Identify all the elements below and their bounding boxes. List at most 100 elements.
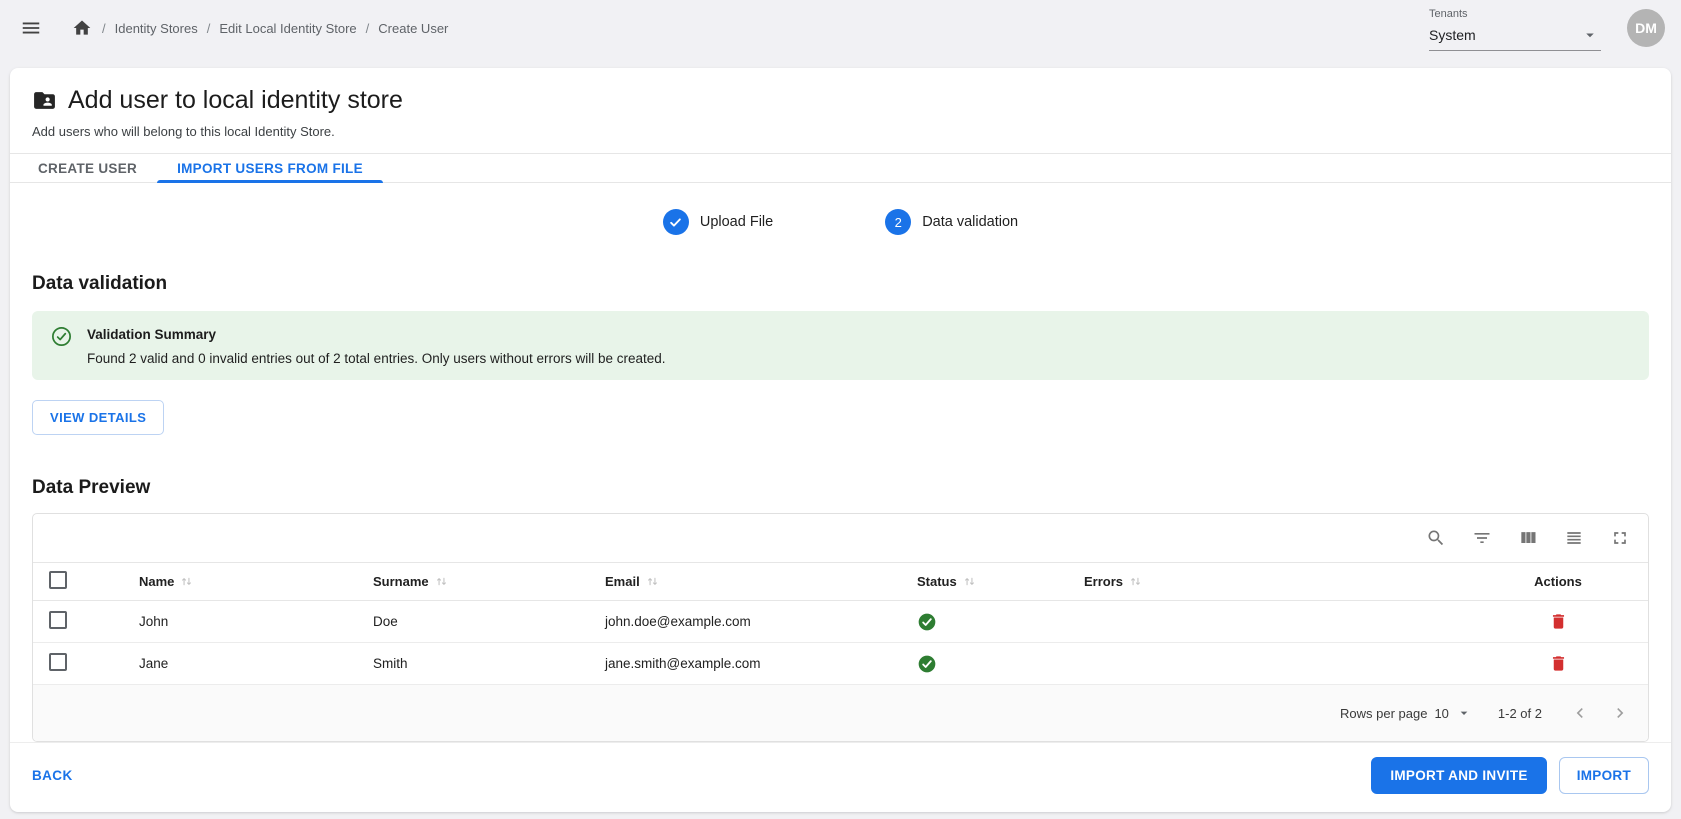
search-button[interactable] xyxy=(1424,526,1448,550)
topbar: / Identity Stores / Edit Local Identity … xyxy=(0,0,1681,56)
table-body: John Doe john.doe@example.com Jane Smith… xyxy=(33,601,1648,685)
chevron-left-icon xyxy=(1570,703,1590,723)
breadcrumb-separator: / xyxy=(366,21,370,36)
column-label: Surname xyxy=(373,574,429,589)
breadcrumb-separator: / xyxy=(207,21,211,36)
next-page-button[interactable] xyxy=(1608,701,1632,725)
density-lines-icon xyxy=(1564,528,1584,548)
sort-icon xyxy=(180,575,193,588)
tenants-select[interactable]: Tenants System xyxy=(1429,6,1601,51)
select-all-checkbox[interactable] xyxy=(49,571,67,589)
page-title: Add user to local identity store xyxy=(68,86,403,115)
column-header-status[interactable]: Status xyxy=(901,563,1068,601)
hamburger-menu-icon xyxy=(20,17,42,39)
data-preview-table-card: Name Surname Email Status xyxy=(32,513,1649,742)
rows-per-page-select[interactable]: Rows per page 10 xyxy=(1340,705,1472,721)
stepper: Upload File 2 Data validation xyxy=(10,183,1671,235)
import-and-invite-button[interactable]: IMPORT AND INVITE xyxy=(1371,757,1546,794)
select-all-checkbox-cell xyxy=(33,563,123,601)
cell-status xyxy=(901,601,1068,643)
status-valid-check-icon xyxy=(917,612,1052,632)
step-upload-file[interactable]: Upload File xyxy=(663,209,773,235)
breadcrumb-separator: / xyxy=(102,21,106,36)
cell-surname: Smith xyxy=(357,643,589,685)
validation-summary-message: Found 2 valid and 0 invalid entries out … xyxy=(87,351,666,366)
view-details-button[interactable]: VIEW DETAILS xyxy=(32,400,164,435)
cell-errors xyxy=(1068,643,1468,685)
column-header-name[interactable]: Name xyxy=(123,563,357,601)
fullscreen-button[interactable] xyxy=(1608,526,1632,550)
tenants-label: Tenants xyxy=(1429,8,1601,20)
trash-icon xyxy=(1549,612,1568,631)
data-validation-heading: Data validation xyxy=(32,273,1649,295)
sort-icon xyxy=(963,575,976,588)
breadcrumb-item-identity-stores[interactable]: Identity Stores xyxy=(115,21,198,36)
breadcrumb-item-edit-local-identity-store[interactable]: Edit Local Identity Store xyxy=(219,21,356,36)
cell-errors xyxy=(1068,601,1468,643)
previous-page-button[interactable] xyxy=(1568,701,1592,725)
view-columns-icon xyxy=(1518,528,1538,548)
chevron-right-icon xyxy=(1610,703,1630,723)
rows-per-page-value: 10 xyxy=(1434,706,1448,721)
cell-email: john.doe@example.com xyxy=(589,601,901,643)
home-icon xyxy=(72,18,92,38)
column-header-email[interactable]: Email xyxy=(589,563,901,601)
step-label: Data validation xyxy=(922,214,1018,230)
step-label: Upload File xyxy=(700,214,773,230)
row-checkbox[interactable] xyxy=(49,611,67,629)
tenants-selected-value: System xyxy=(1429,27,1476,43)
validation-summary-alert: Validation Summary Found 2 valid and 0 i… xyxy=(32,311,1649,380)
breadcrumb: / Identity Stores / Edit Local Identity … xyxy=(102,21,448,36)
hamburger-menu-button[interactable] xyxy=(16,13,46,43)
delete-row-button[interactable] xyxy=(1547,610,1570,633)
column-header-actions: Actions xyxy=(1468,563,1648,601)
cell-status xyxy=(901,643,1068,685)
cell-name: Jane xyxy=(123,643,357,685)
table-row: John Doe john.doe@example.com xyxy=(33,601,1648,643)
chevron-down-icon xyxy=(1456,705,1472,721)
columns-button[interactable] xyxy=(1516,526,1540,550)
tab-create-user[interactable]: CREATE USER xyxy=(18,154,157,182)
column-header-errors[interactable]: Errors xyxy=(1068,563,1468,601)
chevron-down-icon xyxy=(1581,26,1599,44)
trash-icon xyxy=(1549,654,1568,673)
data-preview-heading: Data Preview xyxy=(32,477,1649,499)
page-subtitle: Add users who will belong to this local … xyxy=(32,124,1649,139)
step-number-indicator: 2 xyxy=(885,209,911,235)
density-button[interactable] xyxy=(1562,526,1586,550)
import-button[interactable]: IMPORT xyxy=(1559,757,1649,794)
column-header-surname[interactable]: Surname xyxy=(357,563,589,601)
filter-button[interactable] xyxy=(1470,526,1494,550)
column-label: Name xyxy=(139,574,174,589)
table-header-row: Name Surname Email Status xyxy=(33,563,1648,601)
column-label: Status xyxy=(917,574,957,589)
tab-import-users-from-file[interactable]: IMPORT USERS FROM FILE xyxy=(157,154,383,182)
back-button[interactable]: BACK xyxy=(18,760,87,791)
row-checkbox-cell xyxy=(33,643,123,685)
delete-row-button[interactable] xyxy=(1547,652,1570,675)
row-checkbox-cell xyxy=(33,601,123,643)
avatar[interactable]: DM xyxy=(1627,9,1665,47)
card-header: Add user to local identity store Add use… xyxy=(10,68,1671,153)
step-data-validation[interactable]: 2 Data validation xyxy=(885,209,1018,235)
cell-email: jane.smith@example.com xyxy=(589,643,901,685)
cell-surname: Doe xyxy=(357,601,589,643)
sort-icon xyxy=(1129,575,1142,588)
column-label: Email xyxy=(605,574,640,589)
filter-icon xyxy=(1472,528,1492,548)
check-circle-outline-icon xyxy=(50,325,73,366)
pagination-range-label: 1-2 of 2 xyxy=(1498,706,1542,721)
folder-shared-icon xyxy=(32,88,57,113)
row-checkbox[interactable] xyxy=(49,653,67,671)
fullscreen-icon xyxy=(1610,528,1630,548)
pagination-bar: Rows per page 10 1-2 of 2 xyxy=(33,685,1648,741)
tab-bar: CREATE USER IMPORT USERS FROM FILE xyxy=(10,153,1671,183)
table-toolbar xyxy=(33,514,1648,562)
card-footer: BACK IMPORT AND INVITE IMPORT xyxy=(10,742,1671,812)
column-label: Errors xyxy=(1084,574,1123,589)
data-preview-table: Name Surname Email Status xyxy=(33,562,1648,685)
breadcrumb-item-create-user[interactable]: Create User xyxy=(378,21,448,36)
home-button[interactable] xyxy=(72,18,92,38)
sort-icon xyxy=(646,575,659,588)
rows-per-page-label: Rows per page xyxy=(1340,706,1427,721)
